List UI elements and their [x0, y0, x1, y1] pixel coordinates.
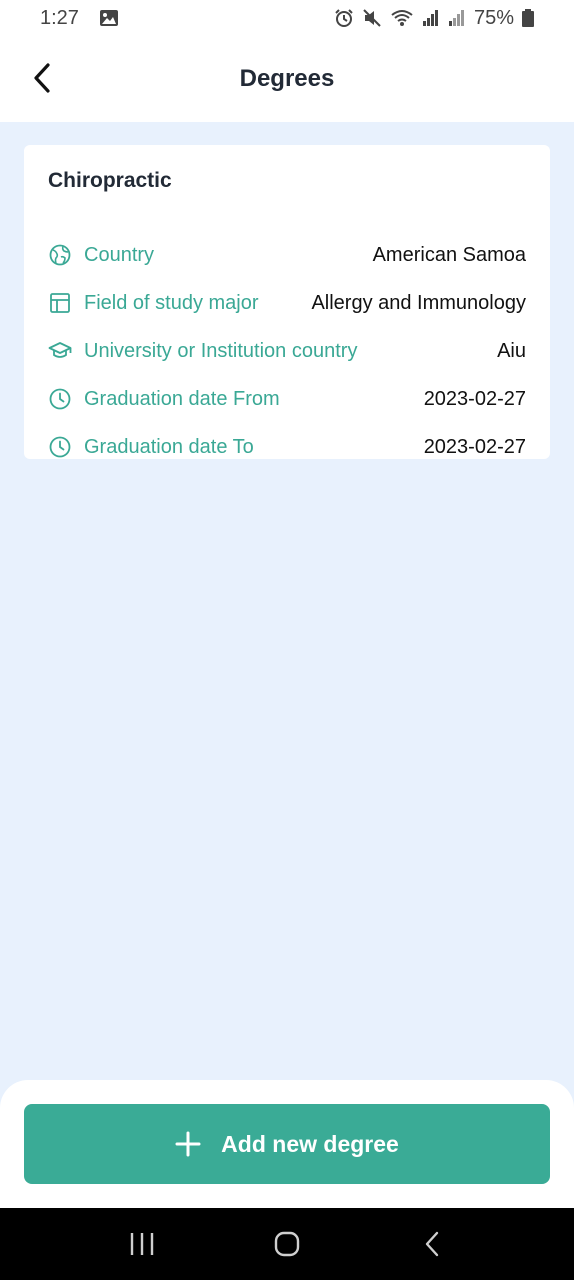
- system-back-button[interactable]: [402, 1214, 462, 1274]
- signal-secondary-icon: [448, 10, 464, 26]
- field-of-study-label: Field of study major: [84, 291, 259, 314]
- university-row: University or Institution country Aiu: [48, 336, 526, 366]
- app-bar: Degrees: [0, 36, 574, 122]
- page-title: Degrees: [239, 65, 335, 92]
- graduation-from-label: Graduation date From: [84, 387, 280, 410]
- system-nav-bar: [0, 1208, 574, 1280]
- clock-icon: [49, 388, 71, 410]
- layout-icon: [50, 293, 70, 313]
- status-bar: 1:27 75%: [0, 0, 574, 36]
- recent-apps-button[interactable]: [112, 1214, 172, 1274]
- wifi-icon: [391, 10, 413, 26]
- country-value: American Samoa: [372, 243, 526, 266]
- university-label: University or Institution country: [84, 339, 358, 362]
- graduation-from-row: Graduation date From 2023-02-27: [48, 384, 526, 414]
- graduation-cap-icon: [48, 342, 72, 358]
- home-button[interactable]: [257, 1214, 317, 1274]
- graduation-from-value: 2023-02-27: [423, 387, 526, 410]
- globe-icon: [49, 244, 71, 266]
- gallery-notification-icon: [99, 10, 118, 26]
- field-of-study-value: Allergy and Immunology: [311, 291, 526, 314]
- graduation-to-label: Graduation date To: [84, 435, 254, 458]
- bottom-action-panel: Add new degree: [0, 1080, 574, 1208]
- recent-apps-icon: [131, 1233, 154, 1255]
- alarm-icon: [335, 9, 353, 27]
- arrow-back-icon: [34, 63, 50, 93]
- graduation-to-row: Graduation date To 2023-02-27: [48, 432, 526, 462]
- signal-icon: [422, 10, 438, 26]
- mute-icon: [363, 9, 381, 27]
- country-label: Country: [84, 243, 155, 266]
- degree-title: Chiropractic: [48, 169, 172, 192]
- country-row: Country American Samoa: [48, 240, 526, 270]
- clock-icon: [49, 436, 71, 458]
- content-area: Chiropractic Country American Samoa Fiel…: [0, 122, 574, 1080]
- field-of-study-row: Field of study major Allergy and Immunol…: [48, 288, 526, 318]
- home-icon: [274, 1231, 300, 1257]
- back-button[interactable]: [28, 60, 58, 96]
- graduation-to-value: 2023-02-27: [423, 435, 526, 458]
- battery-percentage: 75%: [473, 6, 514, 29]
- chevron-left-icon: [425, 1231, 438, 1257]
- degree-card[interactable]: Chiropractic Country American Samoa Fiel…: [24, 145, 550, 459]
- status-time: 1:27: [40, 6, 79, 29]
- add-new-degree-label: Add new degree: [221, 1130, 399, 1157]
- add-new-degree-button[interactable]: Add new degree: [24, 1104, 550, 1184]
- battery-icon: [522, 9, 534, 27]
- plus-icon: [175, 1131, 201, 1157]
- university-value: Aiu: [497, 339, 526, 362]
